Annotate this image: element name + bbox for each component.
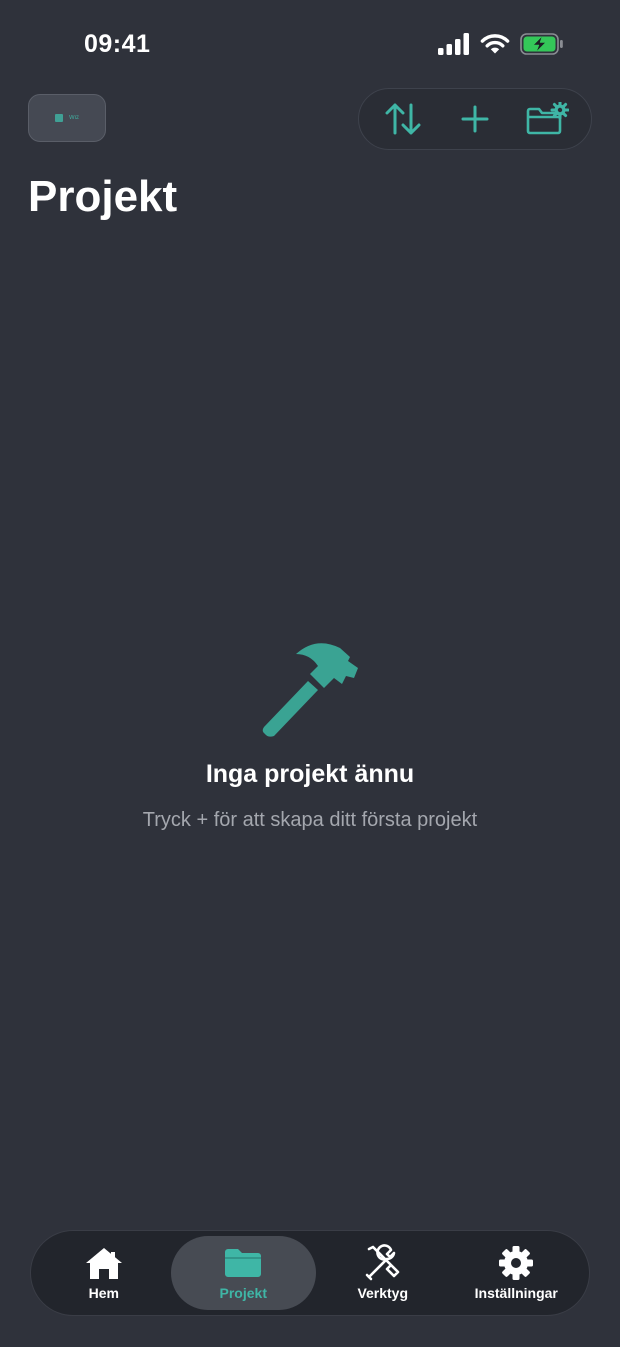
add-project-button[interactable] <box>450 94 500 144</box>
folder-settings-button[interactable] <box>522 94 572 144</box>
empty-state: Inga projekt ännu Tryck + för att skapa … <box>0 638 620 832</box>
status-icons <box>438 33 564 55</box>
tab-home[interactable]: Hem <box>37 1236 171 1310</box>
hammer-icon <box>262 643 358 737</box>
folder-gear-icon <box>526 102 569 135</box>
status-time: 09:41 <box>84 30 151 58</box>
wifi-icon <box>480 34 510 54</box>
gear-icon <box>496 1245 536 1281</box>
tab-bar: Hem Projekt Verktyg Inställningar <box>30 1230 590 1316</box>
app-logo-button[interactable]: Wiz <box>28 94 106 142</box>
plus-icon <box>461 105 489 133</box>
tab-label: Verktyg <box>357 1285 409 1301</box>
empty-state-title: Inga projekt ännu <box>205 760 415 788</box>
battery-charging-icon <box>520 33 563 55</box>
tab-tools[interactable]: Verktyg <box>316 1236 450 1310</box>
tab-label: Hem <box>88 1285 119 1301</box>
tab-label: Projekt <box>219 1285 267 1301</box>
empty-state-subtitle: Tryck + för att skapa ditt första projek… <box>142 809 478 831</box>
sort-button[interactable] <box>378 94 428 144</box>
page-title: Projekt <box>28 172 178 221</box>
signal-icon <box>438 33 469 55</box>
tools-icon <box>363 1244 403 1281</box>
folder-icon <box>223 1245 263 1281</box>
status-bar: 09:41 <box>0 0 620 90</box>
tab-projects[interactable]: Projekt <box>170 1236 316 1310</box>
logo-icon <box>55 114 63 122</box>
tab-settings[interactable]: Inställningar <box>450 1236 584 1310</box>
logo-text: Wiz <box>69 115 79 121</box>
toolbar <box>358 88 592 150</box>
home-icon <box>84 1245 124 1281</box>
sort-arrows-icon <box>385 103 421 135</box>
tab-label: Inställningar <box>474 1285 558 1301</box>
